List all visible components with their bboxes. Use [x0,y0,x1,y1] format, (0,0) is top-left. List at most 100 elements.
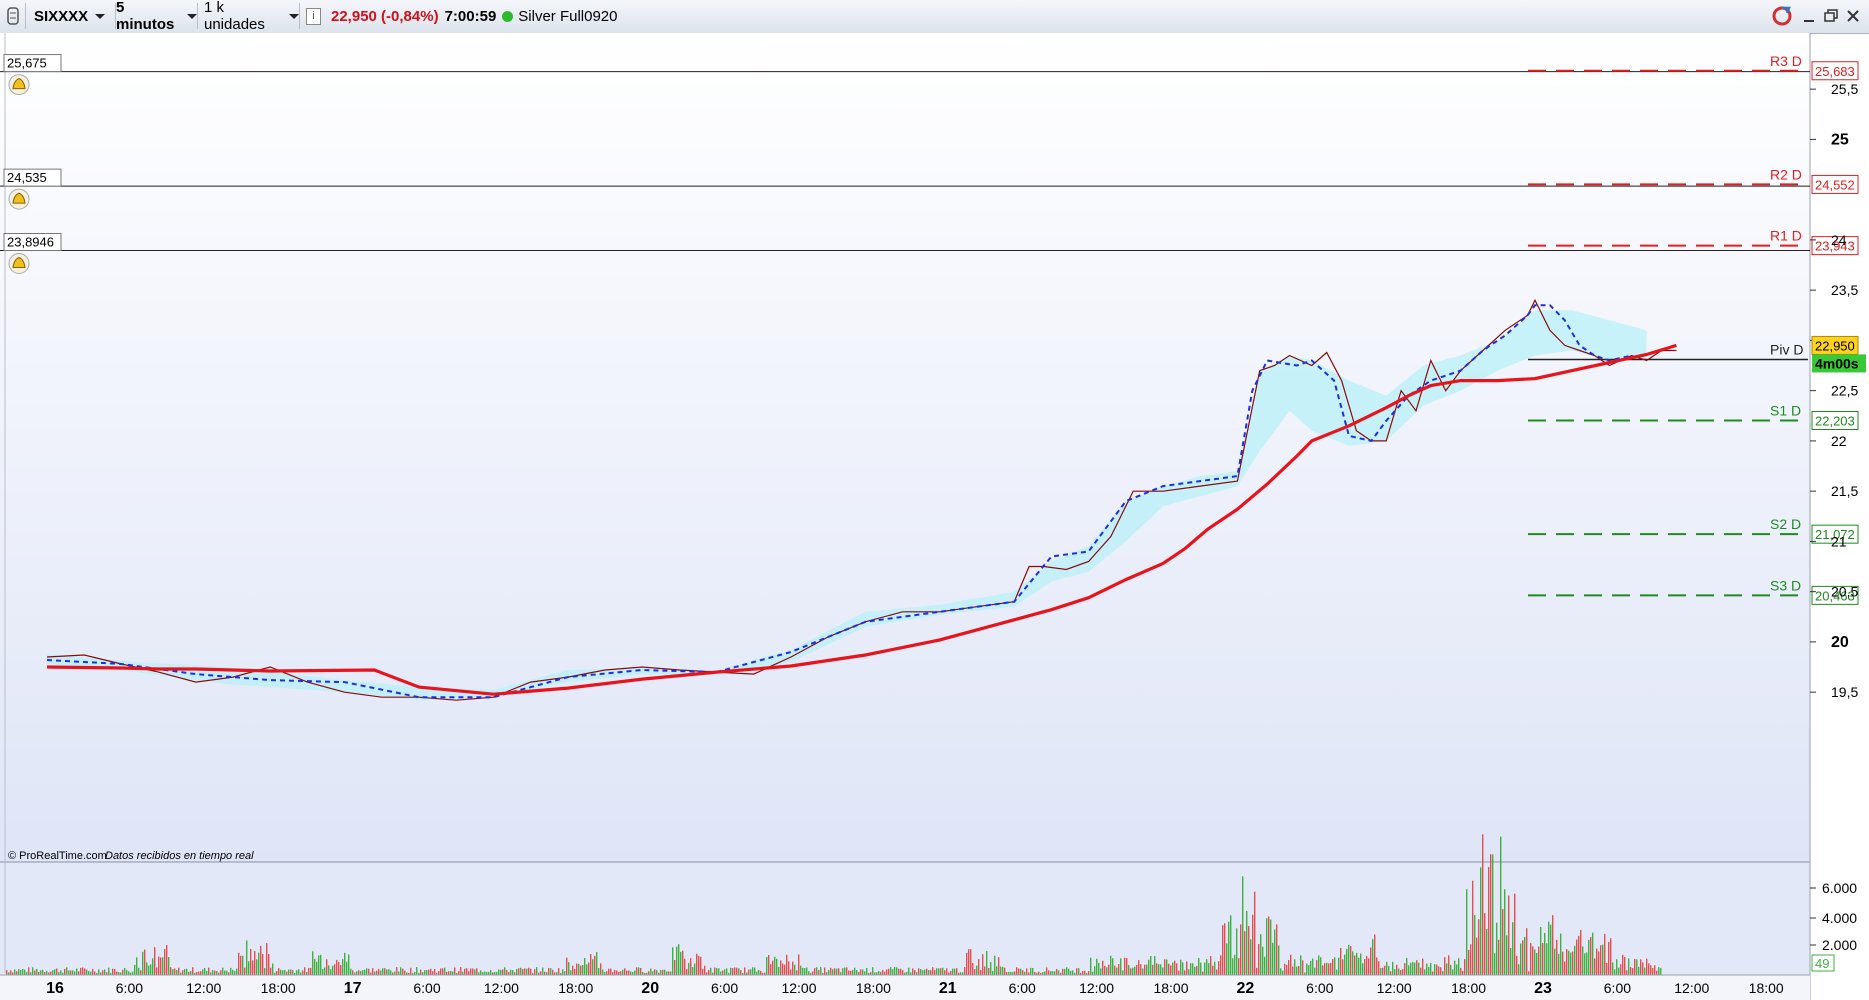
volume-bar [282,970,284,975]
volume-bar [1054,971,1056,975]
volume-bar [1652,967,1654,975]
bell-icon [8,252,30,274]
volume-bar [46,970,48,975]
volume-bar [1424,969,1426,975]
volume-bar [454,967,456,975]
volume-bar [1238,958,1240,975]
volume-bar [1564,961,1566,975]
volume-bar [1358,957,1360,975]
volume-bar [552,969,554,975]
timeframe-selector[interactable]: 5 minutos [112,0,198,33]
volume-bar [254,950,256,975]
volume-bar [310,967,312,975]
volume-bar [94,971,96,975]
volume-bar [972,962,974,975]
pivot-badge-text: 25,683 [1815,64,1855,79]
volume-bar [346,961,348,975]
volume-bar [1168,963,1170,975]
volume-tick-label: 6.000 [1822,880,1857,896]
volume-bar [206,970,208,975]
volume-bar [14,969,16,975]
volume-bar [174,968,176,975]
volume-bar [996,966,998,975]
volume-bar [676,946,678,975]
volume-bar [1626,970,1628,975]
info-icon[interactable]: i [306,7,321,25]
volume-bar [272,963,274,975]
volume-bar [1336,969,1338,975]
pivot-name: R3 D [1770,53,1802,69]
drag-handle-icon[interactable] [0,3,26,29]
volume-bar [1428,966,1430,975]
volume-bar [1174,960,1176,975]
price-chart[interactable]: 25,675 24,535 23,8946 R3 D 25,683 R2 D 24,552… [0,33,1869,1000]
volume-bar [1540,926,1542,975]
volume-bar [1070,970,1072,975]
volume-bar [1068,968,1070,975]
volume-bar [1470,944,1472,975]
price-change: 22,950 (-0,84%) [331,7,439,25]
volume-bar [318,955,320,975]
volume-bar [992,971,994,975]
volume-bar [1214,961,1216,975]
volume-bar [1588,939,1590,975]
current-price-text: 22,950 [1815,338,1855,353]
volume-bar [1234,954,1236,975]
volume-bar [802,967,804,975]
volume-bar [1222,925,1224,975]
volume-bar [1558,953,1560,975]
volume-bar [1394,969,1396,975]
volume-bar [368,968,370,975]
volume-bar [150,964,152,975]
volume-bar [814,968,816,975]
units-selector[interactable]: 1 k unidades [202,0,300,33]
y-axis: 25,5252423,52322,52221,52120,52019,5 [1810,81,1858,700]
volume-bar [516,969,518,975]
account-label: Silver Full0920 [518,7,618,25]
volume-bar [824,967,826,975]
volume-bar [1316,960,1318,975]
volume-bar [1274,929,1276,975]
minimize-icon[interactable] [1801,8,1817,24]
volume-bar [1268,916,1270,975]
volume-bar [1122,970,1124,975]
volume-bar [356,971,358,975]
volume-bar [1202,971,1204,975]
volume-bar [678,944,680,975]
restore-icon[interactable] [1823,8,1839,24]
window-controls [1769,5,1861,27]
refresh-icon[interactable] [1769,5,1795,27]
volume-bar [1158,964,1160,975]
volume-bar [362,970,364,975]
volume-bar [82,967,84,975]
volume-bar [666,971,668,975]
alert-value-label: 24,535 [7,170,47,185]
volume-bar [1484,913,1486,975]
volume-bar [798,954,800,975]
volume-bar [614,969,616,975]
volume-bar [1098,962,1100,975]
volume-bar [1582,946,1584,975]
volume-bar [1456,964,1458,975]
volume-bar [1628,958,1630,975]
volume-bar [542,967,544,975]
volume-bar [1408,965,1410,975]
volume-bar [396,967,398,975]
volume-bar [1538,946,1540,975]
volume-bar [1280,968,1282,975]
volume-bar [1204,962,1206,975]
y-tick-label: 19,5 [1831,684,1858,700]
volume-bar [1170,965,1172,975]
volume-bar [908,967,910,975]
volume-bar [1106,967,1108,975]
instrument-selector[interactable]: SIXXXX [30,3,116,29]
volume-bar [1606,963,1608,975]
volume-bar [444,967,446,975]
x-tick-label: 12:00 [484,980,519,996]
close-icon[interactable] [1845,8,1861,24]
volume-bar [1320,957,1322,975]
volume-bar [1020,968,1022,975]
volume-bar [138,967,140,975]
x-tick-label: 17 [344,980,362,997]
volume-bar [468,971,470,975]
